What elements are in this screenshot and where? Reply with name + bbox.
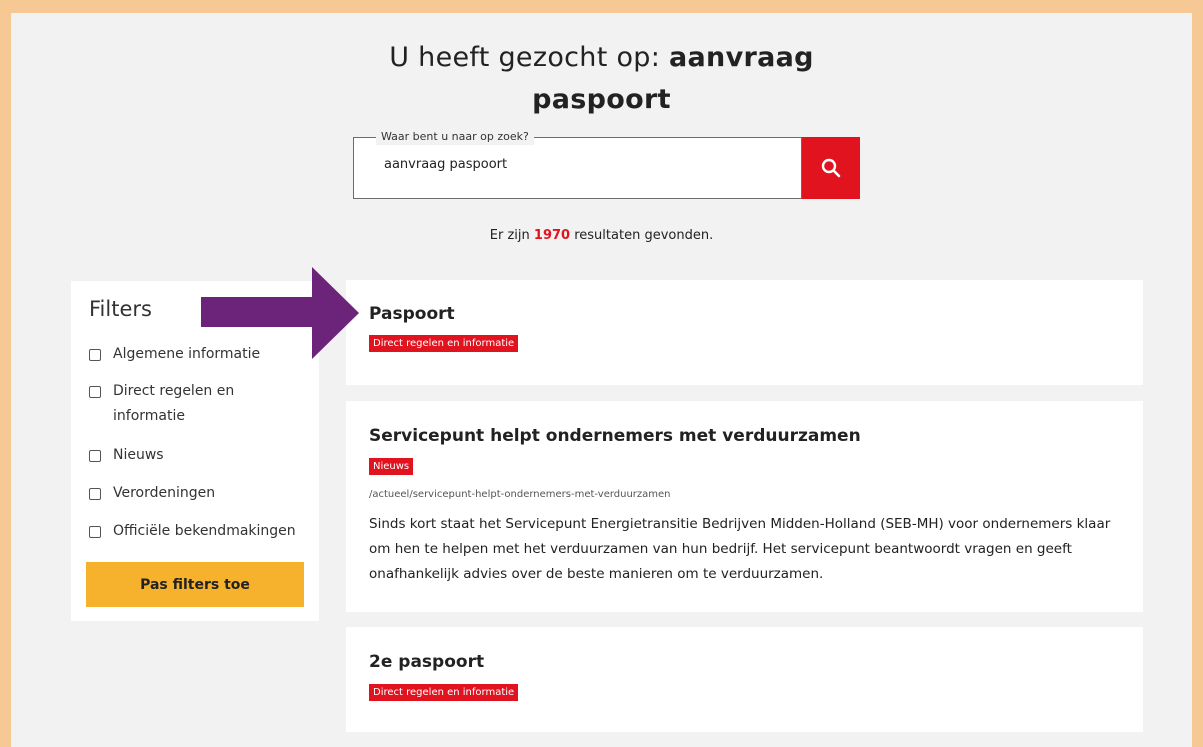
result-title[interactable]: 2e paspoort	[369, 652, 484, 672]
filters-title: Filters	[89, 297, 152, 321]
result-description: Sinds kort staat het Servicepunt Energie…	[369, 512, 1129, 587]
result-card[interactable]: 2e paspoort Direct regelen en informatie	[346, 627, 1143, 732]
checkbox[interactable]	[89, 526, 101, 538]
apply-filters-button[interactable]: Pas filters toe	[86, 562, 304, 607]
filter-label: Direct regelen en informatie	[113, 379, 234, 429]
search-label: Waar bent u naar op zoek?	[376, 129, 534, 145]
checkbox[interactable]	[89, 488, 101, 500]
title-query-line1: aanvraag	[669, 42, 814, 73]
filter-officiele-bekendmakingen[interactable]: Officiële bekendmakingen	[89, 519, 296, 544]
result-description-line: Sinds kort staat het Servicepunt Energie…	[369, 516, 1111, 532]
filter-label-line1: Direct regelen en	[113, 383, 235, 399]
page-title-line1: U heeft gezocht op: aanvraag	[11, 41, 1192, 75]
result-tag: Direct regelen en informatie	[369, 335, 519, 352]
search-button[interactable]	[802, 137, 860, 199]
result-title[interactable]: Servicepunt helpt ondernemers met verduu…	[369, 426, 861, 446]
checkbox[interactable]	[89, 349, 101, 361]
result-card[interactable]: Paspoort Direct regelen en informatie	[346, 280, 1143, 385]
filter-label: Officiële bekendmakingen	[113, 523, 296, 539]
page-title-line2: paspoort	[532, 84, 671, 115]
title-prefix: U heeft gezocht op:	[389, 42, 670, 73]
result-tag: Nieuws	[369, 458, 414, 475]
checkbox[interactable]	[89, 386, 101, 398]
checkbox[interactable]	[89, 450, 101, 462]
results-count-prefix: Er zijn	[489, 228, 534, 243]
search-input[interactable]: Waar bent u naar op zoek? aanvraag paspo…	[353, 129, 802, 199]
search-value: aanvraag paspoort	[384, 157, 508, 172]
result-title[interactable]: Paspoort	[369, 304, 455, 324]
filter-label: Verordeningen	[113, 485, 216, 501]
filter-nieuws[interactable]: Nieuws	[89, 443, 164, 468]
result-tag: Direct regelen en informatie	[369, 684, 519, 701]
search-icon	[821, 158, 841, 178]
filter-label-line2: informatie	[113, 408, 185, 424]
filter-label: Nieuws	[113, 447, 164, 463]
result-description-line: onafhankelijk advies over de beste manie…	[369, 566, 824, 582]
search-bar: Waar bent u naar op zoek? aanvraag paspo…	[353, 129, 860, 199]
results-count-number: 1970	[533, 228, 571, 243]
result-url: /actueel/servicepunt-helpt-ondernemers-m…	[369, 489, 671, 500]
result-card[interactable]: Servicepunt helpt ondernemers met verduu…	[346, 401, 1143, 612]
results-count-suffix: resultaten gevonden.	[570, 228, 714, 243]
result-description-line: om hen te helpen met het verduurzamen va…	[369, 541, 1072, 557]
page-frame: U heeft gezocht op: aanvraag paspoort Wa…	[11, 13, 1192, 747]
filter-verordeningen[interactable]: Verordeningen	[89, 481, 215, 506]
results-count: Er zijn 1970 resultaten gevonden.	[11, 228, 1192, 243]
right-arrow-icon	[201, 267, 359, 359]
filter-direct-regelen[interactable]: Direct regelen en informatie	[89, 379, 234, 429]
